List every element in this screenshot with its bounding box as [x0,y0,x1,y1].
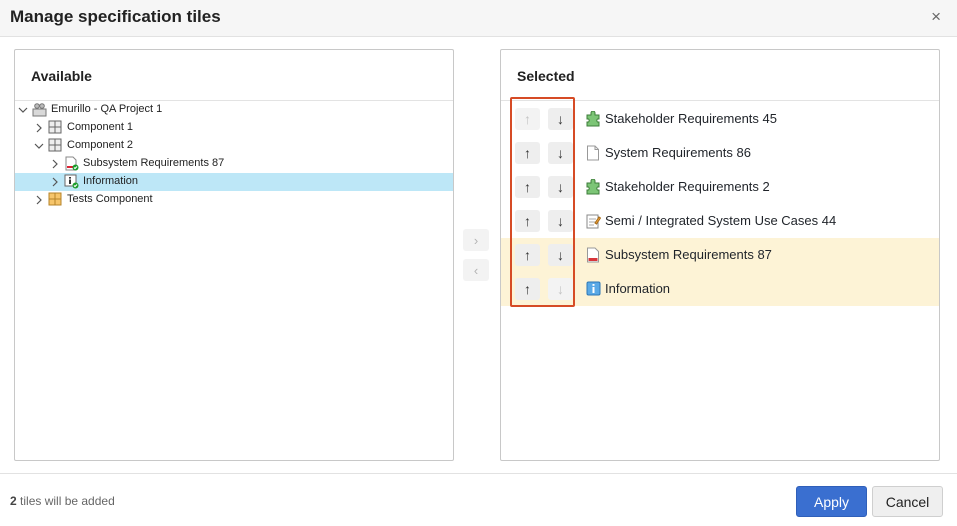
page-icon [586,145,601,161]
selected-item[interactable]: ↑ ↓ System Requirements 86 [501,136,939,170]
tree-item[interactable]: Tests Component [15,191,453,209]
tree-item-label: Information [83,175,139,187]
selected-item-label: Stakeholder Requirements 2 [605,179,770,194]
chevron-down-icon[interactable] [18,104,28,116]
move-up-button[interactable]: ↑ [515,278,540,300]
tests-component-icon [48,192,63,207]
use-case-icon [586,213,602,229]
tree-item[interactable]: Component 1 [15,119,453,137]
arrow-down-icon: ↓ [557,179,564,195]
move-up-button[interactable]: ↑ [515,210,540,232]
selected-item-label: Subsystem Requirements 87 [605,247,772,262]
tree-item[interactable]: Subsystem Requirements 87 [15,155,453,173]
selected-header: Selected [501,50,939,101]
apply-button[interactable]: Apply [796,486,867,517]
selected-item-label: Semi / Integrated System Use Cases 44 [605,213,837,228]
add-to-selected-button[interactable]: › [463,229,489,251]
move-up-button[interactable]: ↑ [515,142,540,164]
puzzle-icon [586,178,601,195]
selected-item[interactable]: ↑ ↓ Stakeholder Requirements 2 [501,170,939,204]
available-panel: Available Emurillo - QA Project 1 Compone… [14,49,454,461]
selected-item[interactable]: ↑ ↓ Semi / Integrated System Use Cases 44 [501,204,939,238]
chevron-left-icon: ‹ [473,262,479,278]
arrow-up-icon: ↑ [524,145,531,161]
arrow-down-icon: ↓ [557,247,564,263]
chevron-right-icon[interactable] [34,122,44,134]
move-up-button[interactable]: ↑ [515,176,540,198]
close-icon[interactable]: × [931,7,941,27]
tree-item-label: Subsystem Requirements 87 [83,157,225,169]
selected-item[interactable]: ↑ ↓ Subsystem Requirements 87 [501,238,939,272]
tree-item-label: Component 1 [67,121,134,133]
arrow-up-icon: ↑ [524,179,531,195]
component-grid-icon [48,138,63,153]
move-up-button[interactable]: ↑ [515,108,540,130]
puzzle-icon [586,110,601,127]
arrow-up-icon: ↑ [524,247,531,263]
available-heading: Available [31,68,92,84]
arrow-down-icon: ↓ [557,145,564,161]
move-down-button[interactable]: ↓ [548,108,573,130]
dialog-header: Manage specification tiles × [0,0,957,37]
project-icon [32,102,47,117]
arrow-down-icon: ↓ [557,111,564,127]
tree-item-label: Component 2 [67,139,134,151]
arrow-down-icon: ↓ [557,213,564,229]
dialog-footer: 2 tiles will be added Apply Cancel [0,473,957,526]
status-message: tiles will be added [16,494,115,508]
chevron-right-icon: › [473,232,479,248]
component-grid-icon [48,120,63,135]
move-down-button[interactable]: ↓ [548,142,573,164]
chevron-right-icon[interactable] [50,158,60,170]
tree-item-label: Tests Component [67,193,153,205]
arrow-up-icon: ↑ [524,281,531,297]
chevron-down-icon[interactable] [34,140,44,152]
tree-item[interactable]: Emurillo - QA Project 1 [15,101,453,119]
cancel-button[interactable]: Cancel [872,486,943,517]
move-down-button[interactable]: ↓ [548,278,573,300]
status-text: 2 tiles will be added [10,494,115,508]
selected-item[interactable]: ↑ ↓ Information [501,272,939,306]
move-down-button[interactable]: ↓ [548,210,573,232]
chevron-right-icon[interactable] [50,176,60,188]
dialog-title: Manage specification tiles [10,7,221,26]
arrow-up-icon: ↑ [524,213,531,229]
tree-item[interactable]: Information [15,173,453,191]
info-added-icon [64,174,79,189]
move-down-button[interactable]: ↓ [548,176,573,198]
info-icon [586,281,601,297]
selected-item-label: Stakeholder Requirements 45 [605,111,777,126]
arrow-down-icon: ↓ [557,281,564,297]
chevron-right-icon[interactable] [34,194,44,206]
available-header: Available [15,50,453,101]
status-count: 2 [10,494,17,508]
selected-item-label: System Requirements 86 [605,145,751,160]
move-up-button[interactable]: ↑ [515,244,540,266]
selected-item-label: Information [605,281,671,296]
selected-heading: Selected [517,68,575,84]
selected-panel: Selected ↑ ↓ Stakeholder Requirements 45 ↑ ↓… [500,49,940,461]
tree-item-label: Emurillo - QA Project 1 [51,103,163,115]
document-added-icon [64,156,79,171]
move-down-button[interactable]: ↓ [548,244,573,266]
tree-item[interactable]: Component 2 [15,137,453,155]
remove-from-selected-button[interactable]: ‹ [463,259,489,281]
selected-item[interactable]: ↑ ↓ Stakeholder Requirements 45 [501,102,939,136]
document-red-icon [586,247,601,263]
arrow-up-icon: ↑ [524,111,531,127]
